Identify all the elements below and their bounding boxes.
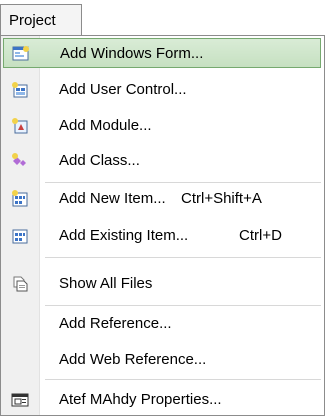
menu-item-add-class[interactable]: Add Class... bbox=[3, 146, 321, 176]
menu-item-label: Add User Control... bbox=[59, 81, 187, 98]
menu-item-label: Show All Files bbox=[59, 275, 153, 292]
existing-item-icon bbox=[11, 227, 29, 245]
menu-item-label: Add Web Reference... bbox=[59, 351, 207, 368]
menu-item-label: Add Class... bbox=[59, 152, 140, 169]
menu-item-properties[interactable]: Atef MAhdy Properties... bbox=[3, 385, 321, 415]
menu-bar: Project bbox=[0, 0, 328, 36]
menu-item-add-web-reference[interactable]: Add Web Reference... bbox=[3, 345, 321, 375]
menu-item-label: Add Existing Item... bbox=[59, 227, 189, 244]
menu-separator bbox=[45, 182, 321, 183]
menu-item-shortcut: Ctrl+Shift+A bbox=[181, 190, 262, 207]
menu-item-add-user-control[interactable]: Add User Control... bbox=[3, 75, 321, 105]
menu-item-label: Add New Item... bbox=[59, 190, 166, 207]
menu-item-label: Add Reference... bbox=[59, 315, 172, 332]
menu-item-add-reference[interactable]: Add Reference... bbox=[3, 309, 321, 339]
user-control-icon bbox=[11, 81, 29, 99]
menu-item-add-module[interactable]: Add Module... bbox=[3, 111, 321, 141]
properties-icon bbox=[11, 391, 29, 409]
show-all-files-icon bbox=[11, 275, 29, 293]
module-icon bbox=[11, 117, 29, 135]
menu-separator bbox=[45, 257, 321, 258]
menu-item-add-new-item[interactable]: Add New Item... Ctrl+Shift+A bbox=[3, 184, 321, 214]
menu-item-add-existing-item[interactable]: Add Existing Item... Ctrl+D bbox=[3, 221, 321, 251]
menu-item-label: Add Module... bbox=[59, 117, 152, 134]
windows-form-icon bbox=[12, 45, 30, 63]
menu-item-label: Atef MAhdy Properties... bbox=[59, 391, 222, 408]
menu-separator bbox=[45, 379, 321, 380]
menu-separator bbox=[45, 305, 321, 306]
project-dropdown-menu: Add Windows Form... Add User Control... … bbox=[0, 35, 325, 416]
menu-item-shortcut: Ctrl+D bbox=[239, 227, 282, 244]
menu-item-add-windows-form[interactable]: Add Windows Form... bbox=[3, 38, 321, 68]
menu-item-show-all-files[interactable]: Show All Files bbox=[3, 269, 321, 299]
class-icon bbox=[11, 152, 29, 170]
new-item-icon bbox=[11, 190, 29, 208]
menu-item-label: Add Windows Form... bbox=[60, 45, 204, 62]
project-menu-tab[interactable]: Project bbox=[0, 4, 82, 36]
